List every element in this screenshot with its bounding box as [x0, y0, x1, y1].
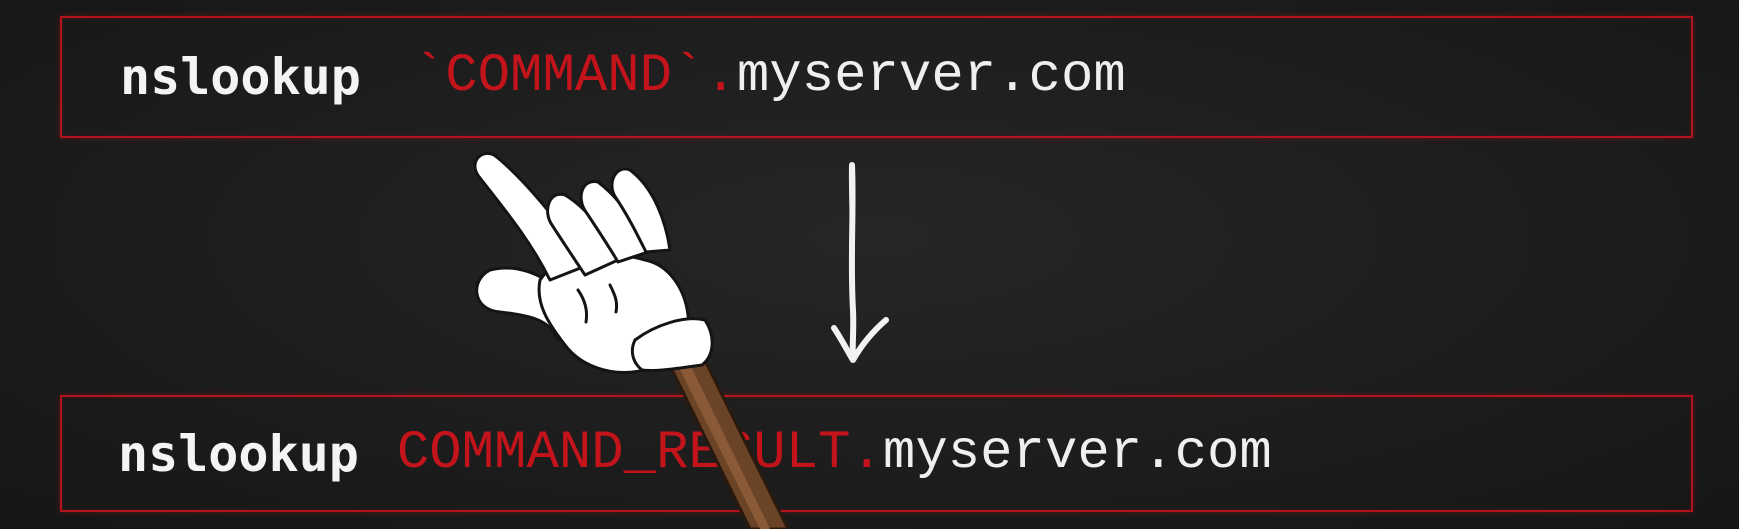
command-keyword: nslookup [120, 48, 361, 106]
injected-command: `COMMAND` [412, 46, 705, 107]
domain-separator: . [704, 46, 737, 107]
domain-separator: . [850, 422, 883, 484]
domain-name: myserver.com [736, 46, 1126, 107]
down-arrow-icon [831, 162, 889, 363]
top-command-box: nslookup `COMMAND` . myserver.com [60, 16, 1693, 138]
pointing-hand-icon [473, 151, 790, 529]
domain-name: myserver.com [882, 422, 1272, 484]
command-keyword: nslookup [118, 424, 359, 483]
bottom-command-box: nslookup COMMAND_RESULT . myserver.com [60, 395, 1693, 512]
